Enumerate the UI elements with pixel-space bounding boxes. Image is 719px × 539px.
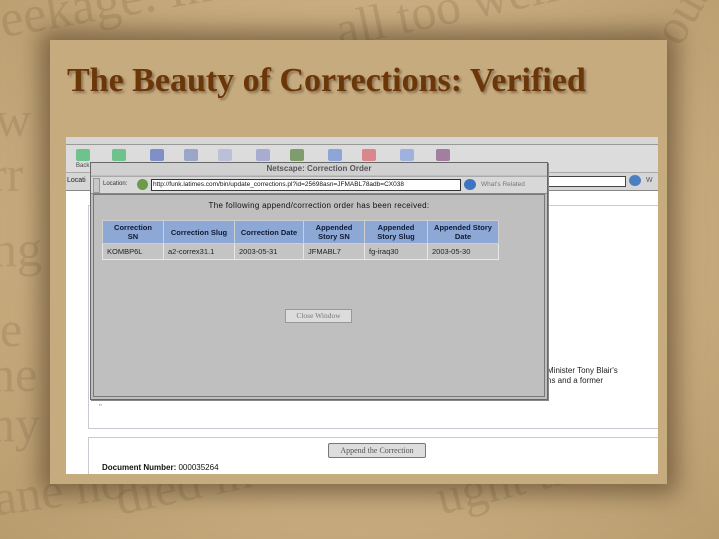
column-header: Correction SN [102,220,164,244]
popup-location-bar: Location: http://funk.latimes.com/bin/up… [91,176,547,194]
page-proxy-icon[interactable] [137,179,148,190]
correction-order-table: Correction SN Correction Slug Correction… [102,220,499,260]
table-row: KOMBP6L a2-correx31.1 2003-05-31 JFMABL7… [102,243,499,260]
background-word: e [0,301,23,357]
security-icon[interactable] [362,149,376,161]
article-text-line-2: ns and a former [547,376,604,385]
images-icon[interactable] [290,149,304,161]
background-word: ny [0,396,40,452]
table-cell: JFMABL7 [303,243,365,260]
browser-title-bar [66,137,658,145]
background-word: rr [0,146,24,202]
print-icon[interactable] [328,149,342,161]
background-word: w [0,91,32,147]
table-cell: fg-iraq30 [364,243,428,260]
popup-location-label: Location: [103,181,128,187]
background-word: ne [0,346,38,402]
home-icon[interactable] [184,149,198,161]
stop-icon[interactable] [436,149,450,161]
shop-icon[interactable] [400,149,414,161]
quote-mark: " [99,403,102,412]
column-header: Correction Date [234,220,304,244]
whats-related-icon[interactable] [464,179,476,190]
table-cell: KOMBP6L [102,243,164,260]
popup-body: The following append/correction order ha… [93,194,545,397]
location-label: Locati [67,177,86,184]
document-number-label: Document Number: [102,463,177,472]
browser-screenshot: Back Locati W Minister Tony Blair's ns a… [66,137,658,474]
table-cell: 2003-05-30 [427,243,499,260]
popup-title: Netscape: Correction Order [91,163,547,175]
column-header: Appended Story Date [427,220,499,244]
popup-whats-related-label[interactable]: What's Related [481,181,525,188]
table-cell: a2-correx31.1 [163,243,235,260]
netscape-icon[interactable] [256,149,270,161]
close-window-button[interactable]: Close Window [285,309,352,323]
toolbar-grip-handle[interactable] [93,178,100,193]
received-message: The following append/correction order ha… [208,201,430,210]
slide-panel: The Beauty of Corrections: Verified Back… [50,40,667,484]
column-header: Correction Slug [163,220,235,244]
append-correction-button[interactable]: Append the Correction [328,443,426,458]
column-header: Appended Story Slug [364,220,428,244]
location-input[interactable] [540,176,626,187]
forward-icon[interactable] [112,149,126,161]
popup-url-input[interactable]: http://funk.latimes.com/bin/update_corre… [151,179,461,191]
whats-related-icon[interactable] [629,175,641,186]
table-cell: 2003-05-31 [234,243,304,260]
slide-title: The Beauty of Corrections: Verified [67,62,586,99]
column-header: Appended Story SN [303,220,365,244]
correction-order-window: Netscape: Correction Order Location: htt… [90,162,548,400]
document-number-value: 000035264 [178,463,219,472]
background-word: ng [0,221,42,277]
search-icon[interactable] [218,149,232,161]
back-icon[interactable] [76,149,90,161]
document-number: Document Number: 000035264 [102,463,219,472]
back-label: Back [76,163,90,169]
whats-related-label: W [646,177,653,184]
reload-icon[interactable] [150,149,164,161]
table-header-row: Correction SN Correction Slug Correction… [102,220,499,244]
article-text-line-1: Minister Tony Blair's [547,366,618,375]
